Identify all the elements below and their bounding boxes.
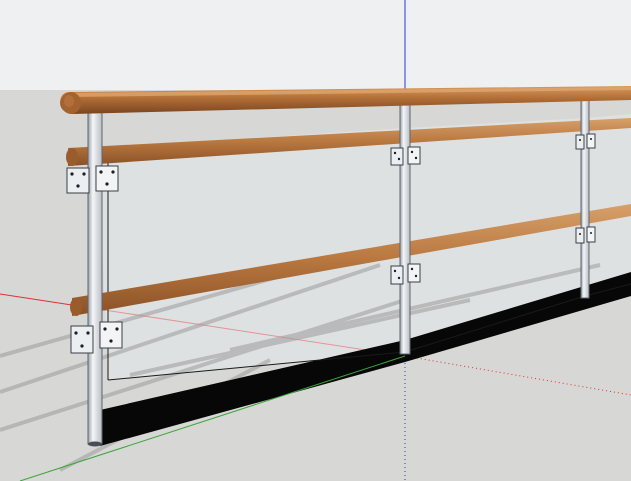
sky-background (0, 0, 631, 90)
bracket-front-lower-left (70, 325, 94, 354)
bracket-right-upper-right (586, 133, 596, 149)
handrail-end-cap-grain (64, 95, 74, 107)
post-front-base (88, 441, 102, 447)
bracket-mid-lower-right (407, 263, 421, 283)
bracket-right-upper-left (575, 134, 585, 150)
bracket-front-upper-right (95, 165, 119, 192)
model-viewport[interactable] (0, 0, 631, 481)
bracket-mid-upper-left (390, 147, 404, 166)
bracket-mid-upper-right (407, 146, 421, 165)
bracket-mid-lower-left (390, 265, 404, 285)
bracket-right-lower-left (575, 227, 585, 244)
post-middle (399, 103, 411, 355)
post-right (580, 99, 590, 299)
bracket-front-lower-right (99, 321, 123, 349)
post-front (87, 109, 103, 445)
bracket-right-lower-right (586, 226, 596, 243)
lower-rail-end (70, 298, 82, 316)
bracket-front-upper-left (66, 167, 90, 194)
upper-rail-end (66, 148, 78, 166)
railing-scene[interactable] (0, 0, 631, 481)
